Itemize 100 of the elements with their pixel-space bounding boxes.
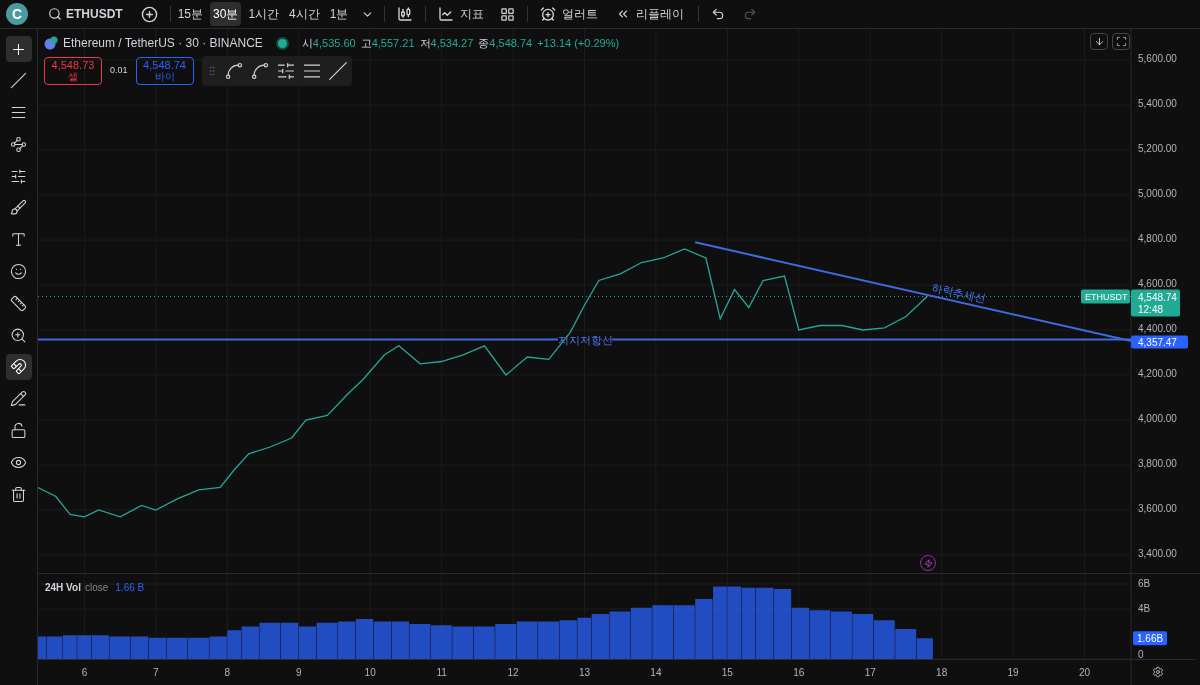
add-icon[interactable] (140, 5, 158, 23)
symbol-search[interactable]: ETHUSDT (44, 5, 127, 23)
arrow-down-icon (1093, 36, 1105, 47)
replay-button[interactable]: 리플레이 (606, 5, 695, 23)
fullscreen-icon (1115, 36, 1127, 47)
settings-icon[interactable] (1152, 666, 1164, 678)
sliders-icon[interactable] (275, 61, 296, 81)
volume-bar (495, 624, 517, 659)
axis-label: 18 (936, 667, 948, 678)
unlock-icon (10, 422, 27, 440)
magnet-icon (10, 358, 27, 376)
symbol-title: Ethereum / TetherUS · 30 · BINANCE (63, 35, 263, 52)
axis-label: 11 (436, 667, 447, 678)
volume-bar (166, 637, 188, 659)
fullscreen-button[interactable] (1112, 33, 1130, 50)
scroll-down-button[interactable] (1090, 33, 1108, 50)
trend-line[interactable] (694, 241, 1132, 342)
axis-label: 4,600.00 (1138, 278, 1177, 290)
axis-label: 9 (295, 667, 302, 678)
interval-tab[interactable]: 1시간 (245, 2, 283, 26)
volume-bar (227, 630, 242, 659)
zoom-in-icon (10, 326, 27, 344)
volume-bar (673, 605, 695, 659)
ohlc-label: 고 (360, 35, 372, 51)
interval-tab[interactable]: 15분 (174, 2, 207, 26)
axis-label: 12 (507, 667, 519, 678)
indicators-button[interactable]: 지표 (430, 5, 493, 23)
volume-bar (91, 635, 109, 659)
volume-bar (755, 587, 774, 659)
axis-label: 13 (578, 667, 591, 678)
axis-label: 16 (793, 667, 805, 678)
axis-label: 4B (1138, 603, 1151, 614)
axis-label: 4,200.00 (1138, 368, 1177, 379)
sliders-icon (10, 167, 27, 185)
axis-label: 4,800.00 (1138, 233, 1177, 245)
axis-label: 17 (864, 667, 876, 678)
drawing-tool[interactable] (5, 36, 32, 62)
search-icon (48, 7, 62, 21)
price-tag: 4,357.47 (1131, 335, 1188, 349)
volume-bar (652, 605, 674, 659)
volume-bar (895, 629, 917, 659)
sell-button[interactable]: 4,548.73 셀 (44, 57, 102, 85)
volume-bar (773, 589, 792, 659)
volume-bar (148, 637, 167, 659)
volume-bar (188, 637, 209, 659)
volume-bar (741, 587, 756, 659)
grid-icon[interactable] (500, 6, 516, 22)
volume-bar (591, 614, 609, 659)
volume-bar (355, 619, 374, 659)
volume-bar (373, 621, 392, 659)
ohlc-label: 종 (478, 35, 490, 51)
volume-bar (130, 636, 149, 659)
coin-icon (44, 36, 58, 50)
axis-label: 3,800.00 (1138, 458, 1177, 469)
volume-bar (63, 635, 77, 659)
volume-bar (559, 620, 577, 659)
alarm-icon (540, 6, 557, 22)
volume-title: 24H Vol (45, 581, 81, 595)
volume-value: 1.66 B (115, 581, 145, 595)
redo-icon[interactable] (743, 7, 758, 21)
volume-bar (830, 611, 852, 659)
volume-bar (209, 636, 227, 659)
axis-label: 5,400.00 (1138, 98, 1177, 110)
axis-label: 0 (1138, 649, 1144, 660)
ohlc-label: 저 (419, 35, 431, 51)
ohlc-value: 4,557.21 (371, 35, 415, 51)
path-icon[interactable] (223, 61, 244, 81)
axis-label: 5,200.00 (1138, 143, 1177, 155)
ohlc-value: 4,534.27 (430, 35, 474, 51)
volume-bar (259, 622, 281, 659)
volume-bar (809, 610, 831, 659)
volume-bar (77, 635, 92, 659)
alert-button[interactable]: 얼러트 (536, 5, 603, 23)
volume-bar (409, 624, 431, 659)
volume-bar (316, 622, 338, 659)
line-icon[interactable] (327, 61, 348, 81)
interval-tab[interactable]: 30분 (210, 2, 242, 26)
candles-icon[interactable] (397, 6, 414, 22)
axis-label: 20 (1079, 667, 1091, 678)
volume-bar (852, 614, 874, 659)
symbol-tag: ETHUSDT (1081, 289, 1130, 304)
axis-label: 4,400.00 (1138, 323, 1177, 334)
drawing-tool[interactable] (5, 353, 32, 380)
brush-icon (10, 199, 27, 217)
undo-icon[interactable] (711, 7, 726, 21)
volume-bar (430, 625, 452, 659)
interval-tab[interactable]: 1분 (326, 2, 352, 26)
volume-bar (338, 621, 356, 659)
path-icon[interactable] (249, 61, 270, 81)
volume-bar (241, 626, 259, 659)
axis-label: 19 (1007, 667, 1019, 678)
ohlc-value: 4,535.60 (312, 35, 356, 51)
axis-label: 14 (650, 667, 662, 678)
axis-label: 4,000.00 (1138, 413, 1177, 424)
buy-button[interactable]: 4,548.74 바이 (135, 57, 194, 85)
trash-icon (10, 485, 27, 503)
axis-label: 7 (153, 667, 159, 678)
interval-tab[interactable]: 4시간 (286, 2, 323, 26)
price-change: +13.14 (+0.29%) (537, 35, 620, 51)
volume-bar (452, 626, 474, 659)
